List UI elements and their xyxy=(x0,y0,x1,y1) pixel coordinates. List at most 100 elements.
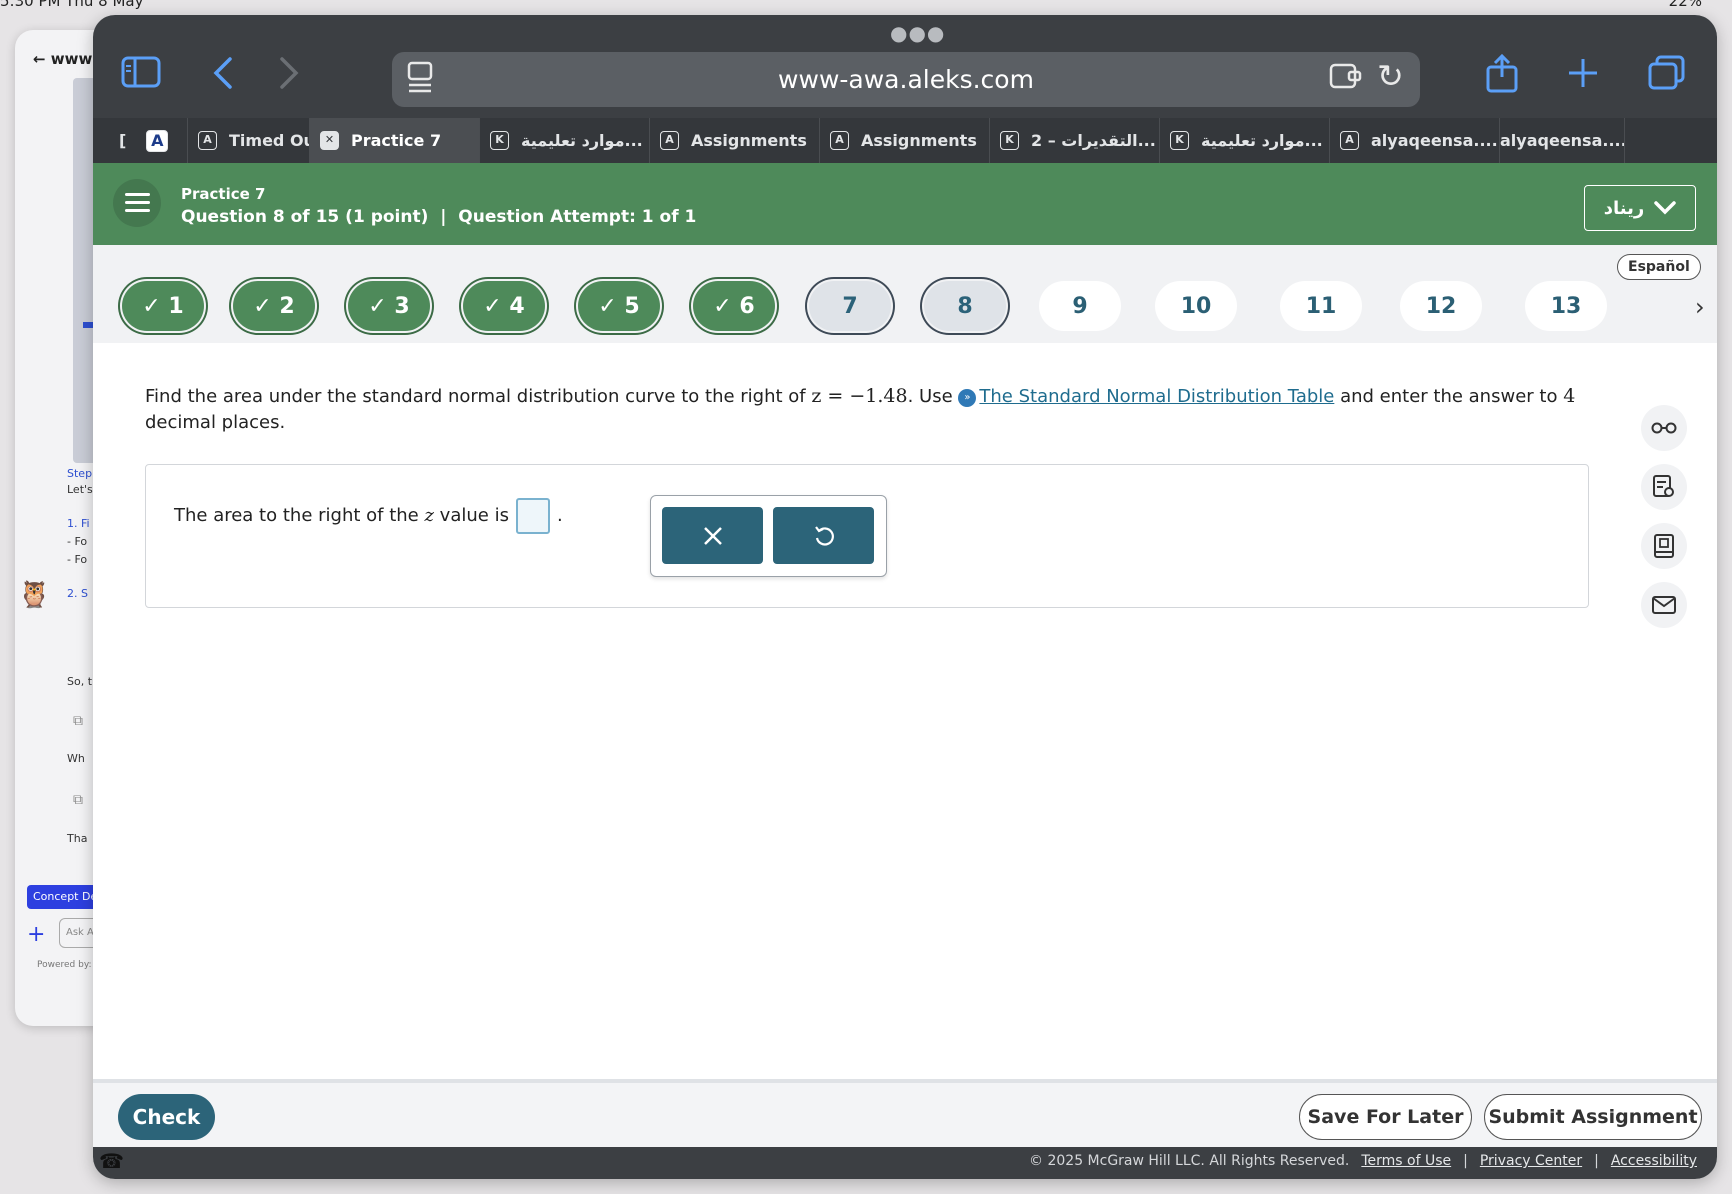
question-11-button[interactable]: 11 xyxy=(1280,281,1362,331)
tab-aleks[interactable]: [ A xyxy=(103,118,188,163)
tab-alyaqeensa[interactable]: alyaqeensa.... xyxy=(1500,118,1625,163)
system-status-bar: 5:30 PM Thu 8 May 22% xyxy=(0,0,1732,10)
sidebar-toggle-icon[interactable] xyxy=(121,56,161,95)
question-5-button[interactable]: ✓ 5 xyxy=(578,281,660,331)
reload-icon[interactable]: ↻ xyxy=(1377,57,1404,95)
tab-resources[interactable]: K موارد تعليمية... xyxy=(480,118,650,163)
copy-icon[interactable]: ⧉ xyxy=(73,713,83,729)
question-9-button[interactable]: 9 xyxy=(1039,281,1121,331)
aleks-favicon-icon: A xyxy=(1340,131,1359,150)
terms-of-use-link[interactable]: Terms of Use xyxy=(1361,1153,1451,1169)
answer-label: The area to the right of the z value is xyxy=(174,505,509,526)
tab-alyaqeensa[interactable]: A alyaqeensa.... xyxy=(1330,118,1500,163)
notes-search-icon[interactable] xyxy=(1641,464,1687,510)
mail-icon[interactable] xyxy=(1641,582,1687,628)
expand-link-icon[interactable]: » xyxy=(958,389,977,407)
espanol-toggle[interactable]: Español xyxy=(1617,254,1701,280)
question-text-part: and enter the answer to xyxy=(1334,386,1564,407)
check-button[interactable]: Check xyxy=(118,1094,215,1140)
math-decimal-count: 4 xyxy=(1563,385,1576,407)
address-bar[interactable]: www-awa.aleks.com ↻ xyxy=(392,52,1420,107)
status-time: 5:30 PM Thu 8 May xyxy=(0,0,144,10)
menu-icon[interactable] xyxy=(113,179,161,227)
normal-table-link[interactable]: The Standard Normal Distribution Table xyxy=(979,386,1334,407)
question-info: Question 8 of 15 (1 point) | Question At… xyxy=(181,207,696,227)
user-name: ريناد xyxy=(1603,197,1645,219)
aleks-favicon-icon: A xyxy=(660,131,679,150)
answer-label-part: value is xyxy=(433,505,509,526)
bg-text-line: So, t xyxy=(67,675,93,688)
privacy-center-link[interactable]: Privacy Center xyxy=(1480,1153,1582,1169)
separator: | xyxy=(1463,1153,1468,1169)
save-for-later-button[interactable]: Save For Later xyxy=(1299,1094,1472,1140)
bg-text-line: 2. S xyxy=(67,587,88,600)
answer-input[interactable] xyxy=(516,498,550,534)
tab-assignments[interactable]: A Assignments xyxy=(650,118,820,163)
tab-overview-icon[interactable] xyxy=(1648,55,1686,98)
question-4-button[interactable]: ✓ 4 xyxy=(463,281,545,331)
k-favicon-icon: K xyxy=(1170,131,1189,150)
tab-label: alyaqeensa.... xyxy=(1500,131,1625,150)
glasses-icon[interactable] xyxy=(1641,405,1687,451)
bg-text-line: - Fo xyxy=(67,535,88,548)
question-number: Question 8 of 15 (1 point) xyxy=(181,207,429,227)
question-2-button[interactable]: ✓ 2 xyxy=(233,281,315,331)
separator: | xyxy=(1594,1153,1599,1169)
new-tab-icon[interactable] xyxy=(1567,57,1599,96)
footer-action-bar: Check Save For Later Submit Assignment xyxy=(93,1079,1717,1147)
assignment-title: Practice 7 xyxy=(181,185,266,203)
bg-text-line: Let's xyxy=(67,483,93,496)
extension-icon[interactable] xyxy=(1329,61,1363,98)
chevron-right-icon[interactable]: › xyxy=(1695,293,1705,321)
copyright-bar: ☎ © 2025 McGraw Hill LLC. All Rights Res… xyxy=(93,1147,1717,1179)
question-8-button-current[interactable]: 8 xyxy=(924,281,1006,331)
question-text-part: Find the area under the standard normal … xyxy=(145,386,812,407)
window-dots-icon[interactable]: ●●● xyxy=(890,21,945,45)
forward-icon[interactable] xyxy=(278,56,302,97)
textbook-icon[interactable] xyxy=(1641,523,1687,569)
clear-button[interactable] xyxy=(662,507,763,564)
question-10-button[interactable]: 10 xyxy=(1155,281,1237,331)
tab-label: Timed Out xyxy=(229,131,309,150)
share-icon[interactable] xyxy=(1485,53,1519,100)
question-1-button[interactable]: ✓ 1 xyxy=(122,281,204,331)
browser-toolbar: ●●● www-awa.aleks.com ↻ xyxy=(93,15,1717,118)
undo-button[interactable] xyxy=(773,507,874,564)
aleks-favicon-icon: A xyxy=(830,131,849,150)
undo-icon xyxy=(814,525,834,546)
tab-timed-out[interactable]: A Timed Out xyxy=(188,118,310,163)
browser-window: ●●● www-awa.aleks.com ↻ [A A Timed O ✕ … xyxy=(93,15,1717,1179)
tab-grades[interactable]: K التقديرات – 2... xyxy=(990,118,1160,163)
question-3-button[interactable]: ✓ 3 xyxy=(348,281,430,331)
question-12-button[interactable]: 12 xyxy=(1400,281,1482,331)
answer-period: . xyxy=(557,505,563,526)
tab-resources[interactable]: K موارد تعليمية... xyxy=(1160,118,1330,163)
status-battery: 22% xyxy=(1668,0,1702,10)
bg-text-step: Step xyxy=(67,467,93,480)
question-7-button[interactable]: 7 xyxy=(809,281,891,331)
tab-practice-7[interactable]: ✕ Practice 7 xyxy=(310,118,480,163)
accessibility-link[interactable]: Accessibility xyxy=(1611,1153,1697,1169)
separator: | xyxy=(440,207,447,227)
math-z-value: z = −1.48 xyxy=(811,385,908,407)
tab-label: Assignments xyxy=(691,131,807,150)
answer-area: The area to the right of the z value is … xyxy=(145,464,1589,608)
question-13-button[interactable]: 13 xyxy=(1525,281,1607,331)
bg-text-line: 1. Fi xyxy=(67,517,90,530)
question-text-part: . Use xyxy=(907,386,959,407)
answer-tools-panel xyxy=(650,495,887,577)
k-favicon-icon: K xyxy=(490,131,509,150)
bg-text-line: - Fo xyxy=(67,553,88,566)
back-icon[interactable] xyxy=(210,56,234,97)
close-icon xyxy=(703,526,722,545)
submit-assignment-button[interactable]: Submit Assignment xyxy=(1484,1094,1702,1140)
copy-icon[interactable]: ⧉ xyxy=(73,792,83,808)
plus-icon[interactable]: + xyxy=(27,922,45,947)
user-menu-dropdown[interactable]: ريناد xyxy=(1584,185,1696,231)
tab-assignments[interactable]: A Assignments xyxy=(820,118,990,163)
close-tab-icon[interactable]: ✕ xyxy=(320,131,339,150)
owl-mascot-icon[interactable]: 🦉 xyxy=(18,580,50,610)
question-6-button[interactable]: ✓ 6 xyxy=(693,281,775,331)
bg-back-url[interactable]: ← www xyxy=(33,50,92,68)
powered-by-text: Powered by: I xyxy=(37,960,98,970)
